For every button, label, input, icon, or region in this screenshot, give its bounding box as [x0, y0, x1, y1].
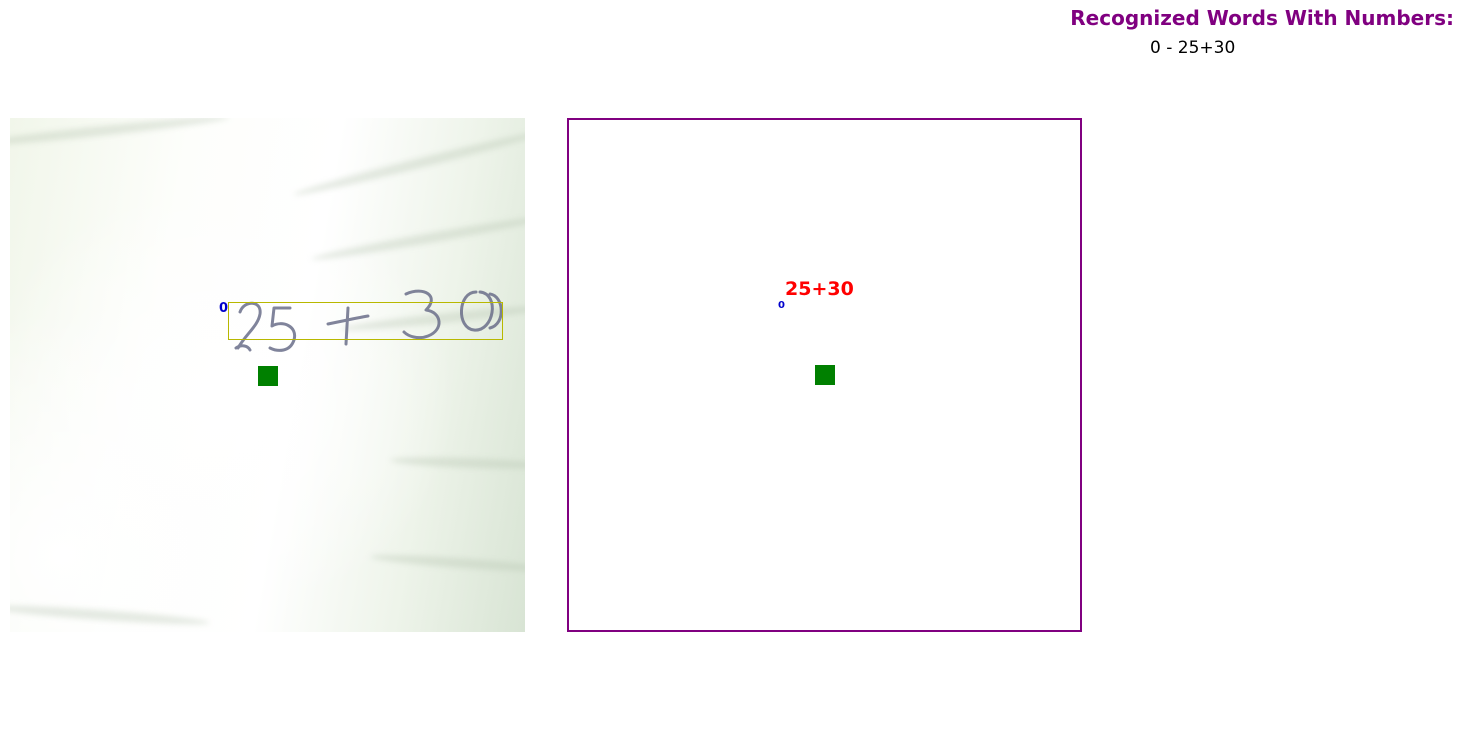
marker-square	[258, 366, 278, 386]
paper-line	[292, 126, 525, 200]
photo-panel: 0	[10, 118, 525, 632]
result-item: 0 - 25+30	[1150, 38, 1235, 58]
result-separator: -	[1160, 38, 1178, 58]
results-list: 0 - 25+30	[1150, 38, 1235, 58]
results-header: Recognized Words With Numbers:	[1070, 6, 1454, 30]
paper-line	[389, 455, 525, 471]
results-title: Recognized Words With Numbers:	[1070, 6, 1454, 30]
recognized-word: 25+30	[785, 278, 854, 300]
marker-square	[815, 365, 835, 385]
page: Recognized Words With Numbers: 0 - 25+30	[0, 0, 1463, 740]
result-text: 25+30	[1177, 38, 1236, 58]
detection-index-label: 0	[219, 301, 229, 316]
canvas-panel: 25+30 0	[567, 118, 1082, 632]
paper-line	[369, 551, 525, 575]
paper-line	[10, 602, 211, 628]
paper-line	[10, 118, 230, 150]
detection-box	[228, 302, 503, 340]
word-index-label: 0	[778, 300, 785, 311]
paper-line	[310, 212, 525, 264]
result-index: 0	[1150, 38, 1161, 58]
